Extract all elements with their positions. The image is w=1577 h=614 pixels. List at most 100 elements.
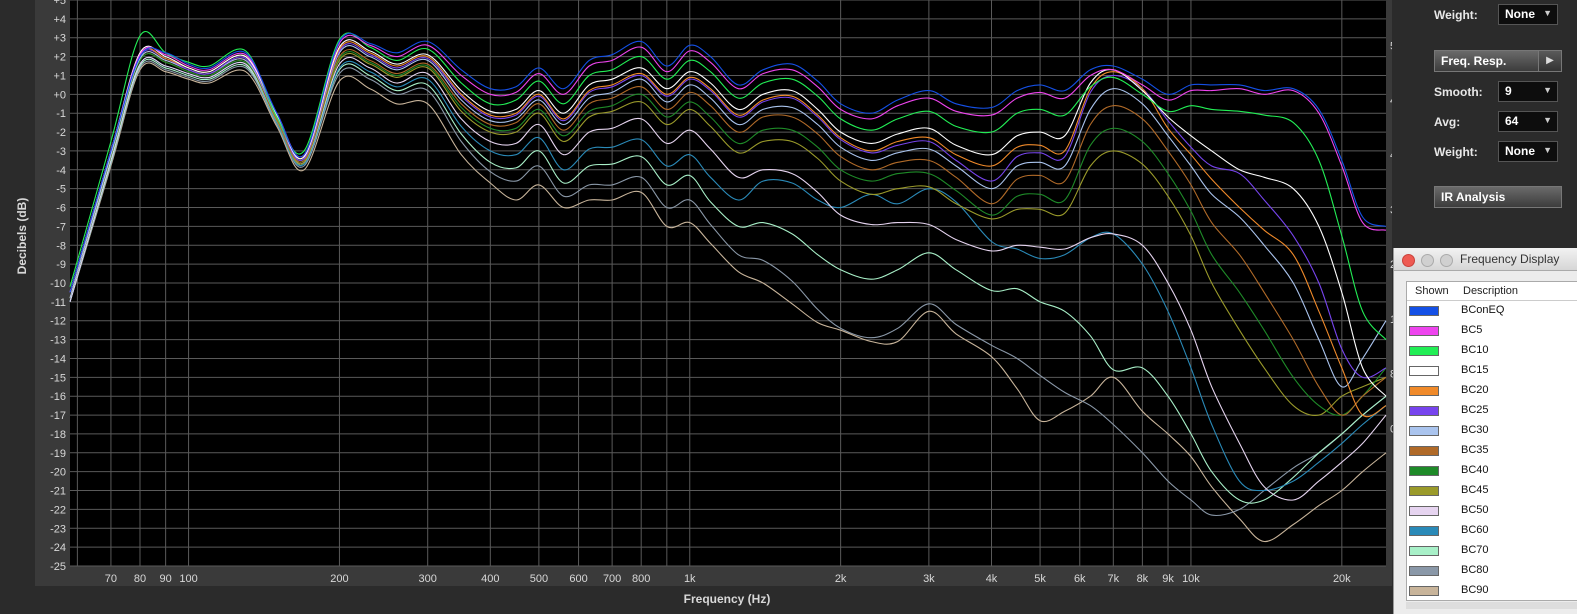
legend-label: BC40 [1461,464,1489,476]
legend-row-bc90[interactable]: BC90 [1407,581,1577,600]
legend-swatch[interactable] [1409,446,1439,456]
legend-swatch[interactable] [1409,366,1439,376]
legend-swatch[interactable] [1409,546,1439,556]
smooth-select-value: 9 [1505,84,1512,98]
legend-row-bc15[interactable]: BC15 [1407,361,1577,381]
chevron-down-icon: ▼ [1543,85,1552,95]
legend-label: BC30 [1461,424,1489,436]
y-tick-label: -9 [56,259,66,271]
y-tick-label: +2 [53,52,66,64]
x-tick-label: 600 [569,573,587,585]
legend-swatch[interactable] [1409,566,1439,576]
legend-label: BC60 [1461,524,1489,536]
ir-analysis-button[interactable]: IR Analysis [1434,186,1562,208]
x-tick-label: 2k [835,573,847,585]
y-tick-label: -10 [50,278,66,290]
legend-label: BC25 [1461,404,1489,416]
x-tick-label: 5k [1034,573,1046,585]
window-titlebar[interactable]: Frequency Display [1394,248,1577,271]
legend-label: BC50 [1461,504,1489,516]
x-tick-label: 9k [1162,573,1174,585]
legend-label: BC5 [1461,324,1483,336]
avg-select-value: 64 [1505,114,1519,128]
y-tick-label: -21 [50,486,66,498]
y-tick-label: +3 [53,33,66,45]
y-tick-label: -18 [50,429,66,441]
y-tick-label: +1 [53,70,66,82]
legend-label: BC80 [1461,564,1489,576]
y-tick-label: -12 [50,316,66,328]
legend-row-bc30[interactable]: BC30 [1407,421,1577,441]
y-tick-label: -24 [50,542,66,554]
x-tick-label: 20k [1333,573,1351,585]
y-tick-label: -2 [56,127,66,139]
legend-row-bc20[interactable]: BC20 [1407,381,1577,401]
y-tick-label: -11 [51,297,66,309]
y-tick-label: -6 [56,203,66,215]
legend-row-bc45[interactable]: BC45 [1407,481,1577,501]
weight-label: Weight: [1434,145,1478,159]
close-window-icon[interactable] [1402,254,1415,267]
avg-label: Avg: [1434,115,1461,129]
legend-label: BC35 [1461,444,1489,456]
legend-label: BC45 [1461,484,1489,496]
y-tick-label: -1 [56,108,66,120]
legend-label: BC70 [1461,544,1489,556]
legend-row-bc40[interactable]: BC40 [1407,461,1577,481]
legend-swatch[interactable] [1409,406,1439,416]
legend-row-bc35[interactable]: BC35 [1407,441,1577,461]
legend-row-bc60[interactable]: BC60 [1407,521,1577,541]
legend-row-bc5[interactable]: BC5 [1407,321,1577,341]
x-axis-title: Frequency (Hz) [684,592,771,606]
legend-row-bconeq[interactable]: BConEQ [1407,301,1577,321]
x-tick-label: 400 [481,573,499,585]
y-tick-label: +0 [53,89,66,101]
smooth-select[interactable]: 9 ▼ [1498,81,1558,102]
y-tick-label: -7 [56,221,66,233]
ir-analysis-button-label: IR Analysis [1441,190,1506,204]
x-tick-label: 6k [1074,573,1086,585]
legend-label: BC20 [1461,384,1489,396]
legend-swatch[interactable] [1409,466,1439,476]
legend-swatch[interactable] [1409,346,1439,356]
y-tick-label: -16 [50,391,66,403]
weight-select-top[interactable]: None ▼ [1498,4,1558,25]
legend-swatch[interactable] [1409,486,1439,496]
x-tick-label: 800 [632,573,650,585]
play-arrow-icon[interactable]: ▶ [1538,50,1562,72]
avg-select[interactable]: 64 ▼ [1498,111,1558,132]
zoom-window-icon[interactable] [1440,254,1453,267]
legend-swatch[interactable] [1409,506,1439,516]
weight-select-top-value: None [1505,7,1535,21]
y-tick-label: +4 [53,14,66,26]
x-tick-label: 700 [603,573,621,585]
column-header-description[interactable]: Description [1463,285,1518,297]
legend-label: BC10 [1461,344,1489,356]
legend-swatch[interactable] [1409,426,1439,436]
legend-row-bc70[interactable]: BC70 [1407,541,1577,561]
column-header-shown[interactable]: Shown [1415,285,1449,297]
weight-label-top: Weight: [1434,8,1478,22]
chevron-down-icon: ▼ [1543,145,1552,155]
weight-select[interactable]: None ▼ [1498,141,1558,162]
legend-rows: BConEQ BC5 BC10 BC15 BC20 BC25 BC30 BC35 BC40 BC4… [1407,301,1577,600]
legend-label: BConEQ [1461,304,1505,316]
horizontal-scrollbar[interactable] [1406,602,1577,609]
legend-swatch[interactable] [1409,326,1439,336]
legend-row-bc10[interactable]: BC10 [1407,341,1577,361]
x-tick-label: 4k [986,573,998,585]
y-tick-label: -15 [50,372,66,384]
legend-label: BC15 [1461,364,1489,376]
y-tick-label: -19 [50,448,66,460]
x-tick-label: 90 [160,573,172,585]
legend-row-bc25[interactable]: BC25 [1407,401,1577,421]
legend-swatch[interactable] [1409,306,1439,316]
minimize-window-icon[interactable] [1421,254,1434,267]
legend-row-bc50[interactable]: BC50 [1407,501,1577,521]
y-tick-label: -4 [56,165,66,177]
legend-swatch[interactable] [1409,386,1439,396]
legend-swatch[interactable] [1409,526,1439,536]
legend-row-bc80[interactable]: BC80 [1407,561,1577,581]
legend-swatch[interactable] [1409,586,1439,596]
y-tick-label: -25 [50,561,66,573]
